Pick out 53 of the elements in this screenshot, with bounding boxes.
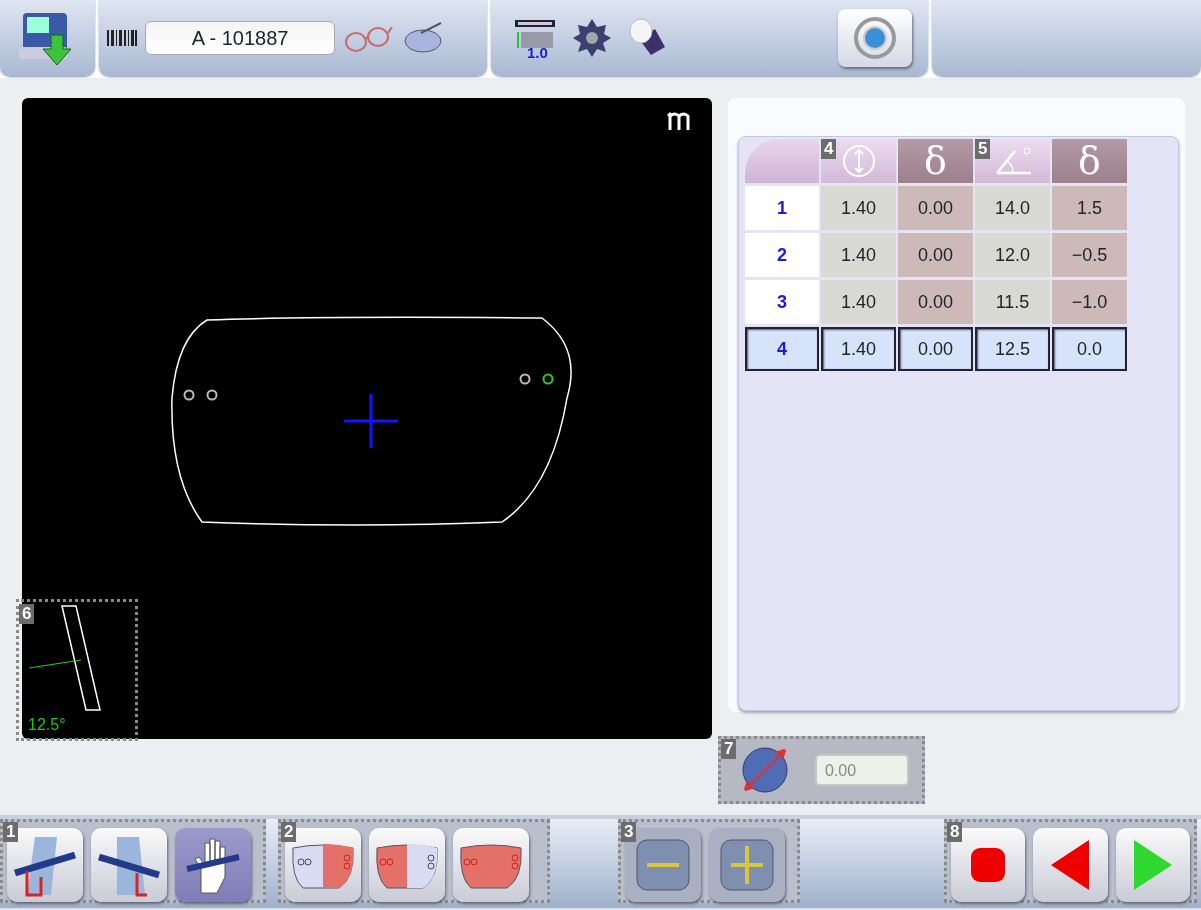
table-cell[interactable]: 0.0 [1052,327,1127,371]
row-number[interactable]: 4 [745,327,819,371]
barcode-icon [107,30,137,46]
table-cell[interactable]: 0.00 [898,280,973,324]
row-number[interactable]: 1 [745,186,819,230]
scale-value: 1.0 [527,43,548,63]
plus-button[interactable] [709,828,785,902]
hole-marker [519,373,531,385]
hole-marker [542,373,554,385]
table-cell[interactable]: 1.40 [821,327,896,371]
table-cell[interactable]: 0.00 [898,186,973,230]
pattern-icon [667,110,693,132]
table-cell[interactable]: 1.40 [821,280,896,324]
back-button[interactable] [1033,828,1108,902]
target-button[interactable] [838,9,912,67]
lens-bowl-icon[interactable] [401,21,445,55]
group-number: 1 [3,822,19,842]
table-cell[interactable]: 14.0 [975,186,1050,230]
table-cell[interactable]: 1.40 [821,233,896,277]
group-number: 8 [947,822,963,842]
hole-marker [206,389,218,401]
table-cell[interactable]: 12.5 [975,327,1050,371]
table-cell[interactable]: 0.00 [898,233,973,277]
tilt-right-button[interactable] [91,828,167,902]
hole-marker [183,389,195,401]
table-cell[interactable]: −1.0 [1052,280,1127,324]
plus-icon [717,836,777,894]
diameter-icon[interactable] [739,744,791,796]
job-number-field[interactable]: A - 101887 [145,21,335,55]
gear-icon[interactable] [573,17,611,59]
delta-header: δ [898,139,973,183]
group-number: 2 [281,822,297,842]
hand-icon [183,835,243,895]
manual-button[interactable] [175,828,251,902]
table-cell[interactable]: 0.00 [898,327,973,371]
group-number: 3 [621,822,637,842]
table-cell[interactable]: 1.40 [821,186,896,230]
table-cell[interactable]: −0.5 [1052,233,1127,277]
table-cell[interactable]: 1.5 [1052,186,1127,230]
group-number: 5 [975,139,991,159]
crosshair [344,394,398,448]
minus-icon [633,836,693,894]
table-cell[interactable]: 11.5 [975,280,1050,324]
group-number: 6 [19,604,35,624]
lens-button[interactable] [453,828,529,902]
delta-header: δ [1052,139,1127,183]
lens-button[interactable] [369,828,445,902]
group-number: 7 [721,739,737,759]
row-number[interactable]: 2 [745,233,819,277]
table-cell[interactable]: 12.0 [975,233,1050,277]
tilt-angle-label: 12.5° [28,715,66,735]
row-number[interactable]: 3 [745,280,819,324]
group-number: 4 [821,139,837,159]
